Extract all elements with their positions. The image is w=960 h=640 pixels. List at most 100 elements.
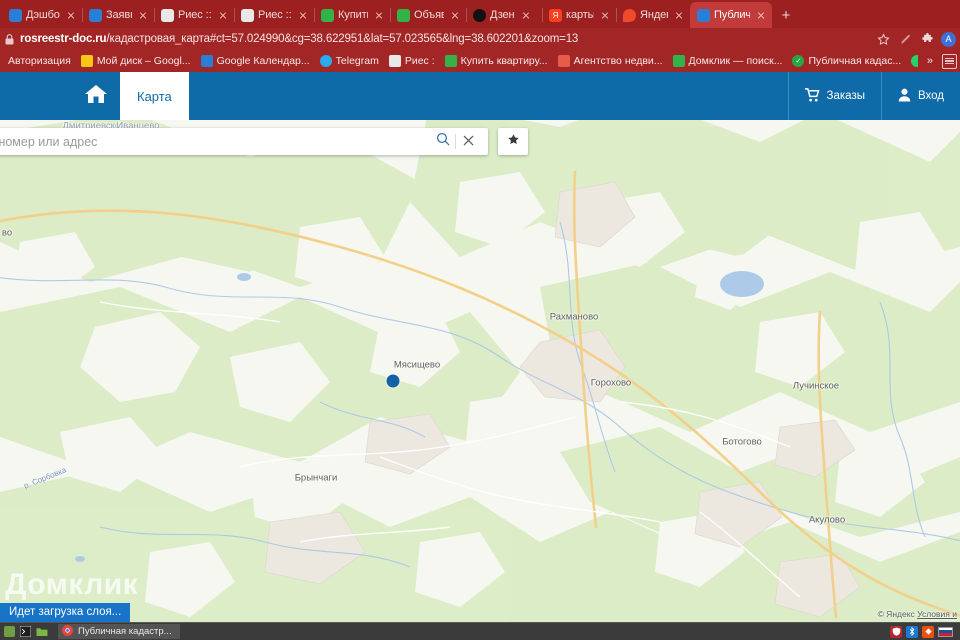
- browser-tab[interactable]: Заявки: [82, 2, 155, 28]
- search-input[interactable]: [0, 134, 431, 149]
- profile-avatar[interactable]: A: [941, 31, 956, 47]
- puzzle-icon[interactable]: [919, 31, 936, 48]
- search-box[interactable]: [0, 128, 488, 155]
- close-icon[interactable]: [296, 8, 310, 22]
- bookmark-item[interactable]: Агентство недви...: [553, 55, 668, 67]
- url-path: /кадастровая_карта#ct=57.024990&cg=38.62…: [106, 33, 579, 45]
- tab-label: Дэшборд: [26, 9, 60, 21]
- bookmark-item[interactable]: Риес :: [384, 55, 440, 67]
- reading-list-icon[interactable]: [942, 53, 957, 69]
- map-attribution: © Яндекс Условия и: [878, 609, 957, 619]
- search-submit-button[interactable]: [431, 130, 455, 154]
- site-header: Карта Заказы Вход: [0, 72, 960, 155]
- grid-icon: [161, 8, 174, 22]
- close-icon[interactable]: [448, 8, 462, 22]
- close-icon[interactable]: [672, 8, 686, 22]
- bookmark-item[interactable]: Купить квартиру...: [440, 55, 553, 67]
- bookmark-label: Публичная кадас...: [808, 55, 902, 67]
- browser-tab[interactable]: Дзен: [466, 2, 543, 28]
- bookmark-item[interactable]: Telegram: [315, 55, 384, 67]
- flag-ru-icon[interactable]: [938, 626, 953, 637]
- highlighter-icon[interactable]: [897, 31, 914, 48]
- browser-tab[interactable]: Купить кв: [314, 2, 391, 28]
- orders-button[interactable]: Заказы: [787, 72, 881, 120]
- tab-label: Купить кв: [338, 9, 368, 21]
- login-button[interactable]: Вход: [880, 72, 960, 120]
- tab-map[interactable]: Карта: [120, 72, 189, 120]
- check-icon: ✓: [792, 55, 805, 67]
- attribution-provider: © Яндекс: [877, 609, 915, 619]
- drive-icon: [80, 55, 93, 67]
- grid-icon: [388, 55, 401, 67]
- header-actions: Заказы Вход: [787, 72, 960, 120]
- close-icon[interactable]: [754, 8, 768, 22]
- bookmark-label: Агентство недви...: [573, 55, 663, 67]
- url-domain: rosreestr-doc.ru: [20, 33, 107, 45]
- update-icon[interactable]: [922, 625, 934, 638]
- folder-icon[interactable]: [35, 625, 48, 638]
- domclick-icon: [321, 8, 334, 22]
- home-icon: [84, 83, 108, 110]
- tab-label: Риес :: obj: [258, 9, 292, 21]
- domclick-icon: [444, 55, 457, 67]
- close-icon[interactable]: [519, 8, 533, 22]
- close-icon[interactable]: [64, 8, 78, 22]
- bookmark-item[interactable]: Домклик — поиск...: [668, 55, 788, 67]
- bookmark-label: Авторизация: [8, 55, 71, 67]
- browser-tab[interactable]: Риес :: obj: [234, 2, 315, 28]
- page-content: Дмитриевское Иванцево во Рахманово Мясищево Г…: [0, 72, 960, 622]
- close-icon[interactable]: [216, 8, 230, 22]
- telegram-icon: [319, 55, 332, 67]
- favorites-button[interactable]: [498, 128, 528, 155]
- system-tray: [890, 625, 957, 638]
- bookmark-label: Купить квартиру...: [460, 55, 548, 67]
- bookmarks-overflow-button[interactable]: »: [921, 55, 939, 67]
- browser-tab[interactable]: Якарты — Я: [542, 2, 617, 28]
- tab-label: Дзен: [490, 9, 515, 21]
- tab-label: Публична: [714, 9, 750, 21]
- browser-tab[interactable]: Публична: [690, 2, 772, 28]
- map-marker[interactable]: [386, 374, 400, 388]
- star-icon[interactable]: [875, 31, 892, 48]
- bluetooth-icon[interactable]: [906, 625, 918, 638]
- attribution-terms-link[interactable]: Условия и: [917, 609, 957, 619]
- browser-tab[interactable]: Объявлен: [390, 2, 467, 28]
- address-bar[interactable]: rosreestr-doc.ru/кадастровая_карта#ct=57…: [20, 33, 870, 45]
- browser-tab[interactable]: Яндекс Ка: [616, 2, 691, 28]
- browser-tab[interactable]: Дэшборд: [2, 2, 83, 28]
- bookmark-label: Telegram: [335, 55, 379, 67]
- bookmark-item[interactable]: WhatsApp: [906, 55, 918, 67]
- domclick-watermark: Домклик: [5, 568, 139, 601]
- close-icon[interactable]: [598, 8, 612, 22]
- tab-label: Заявки: [106, 9, 132, 21]
- tab-label: Яндекс Ка: [640, 9, 668, 21]
- taskbar-window-button[interactable]: Публичная кадастр...: [58, 624, 180, 639]
- tab-strip: Дэшборд Заявки Риес :: obj Риес :: obj Купит…: [0, 0, 960, 28]
- map-loading-status: Идет загрузка слоя...: [0, 603, 131, 622]
- shield-icon[interactable]: [890, 625, 902, 638]
- bookmark-item[interactable]: ✓ Публичная кадас...: [787, 55, 906, 67]
- bookmark-item[interactable]: Google Календар...: [196, 55, 315, 67]
- pin-icon: [623, 8, 636, 22]
- search-clear-button[interactable]: [456, 130, 480, 154]
- terminal-icon[interactable]: [19, 625, 32, 638]
- home-button[interactable]: [72, 72, 120, 120]
- new-tab-button[interactable]: +: [772, 2, 800, 28]
- browser-tab[interactable]: Риес :: obj: [154, 2, 235, 28]
- site-info-icon[interactable]: [4, 33, 15, 45]
- login-label: Вход: [917, 90, 944, 102]
- close-icon[interactable]: [136, 8, 150, 22]
- bookmark-item[interactable]: Мой диск – Googl...: [76, 55, 196, 67]
- bookmark-label: Google Календар...: [216, 55, 310, 67]
- menu-icon[interactable]: [3, 625, 16, 638]
- bookmark-item[interactable]: Авторизация: [3, 55, 76, 67]
- calendar-icon: [200, 55, 213, 67]
- close-icon[interactable]: [372, 8, 386, 22]
- close-icon: [462, 133, 474, 151]
- search-icon: [436, 132, 450, 151]
- bookmark-label: Мой диск – Googl...: [96, 55, 191, 67]
- whatsapp-icon: [911, 55, 918, 67]
- orders-label: Заказы: [826, 90, 865, 102]
- star-icon: [507, 133, 520, 151]
- user-icon: [898, 88, 911, 105]
